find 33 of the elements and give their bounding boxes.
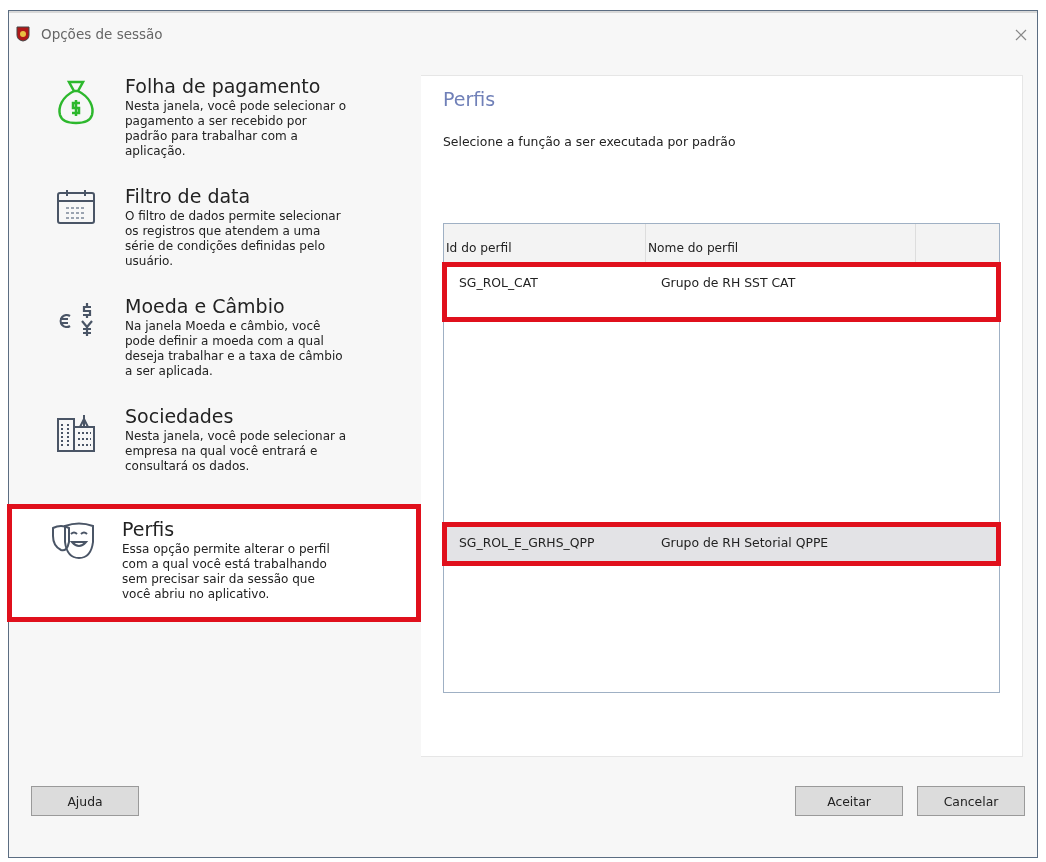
sidebar-item-description: Na janela Moeda e câmbio, você pode definir a moeda com a qual deseja trabalhar e a taxa de câmbio a ser aplicada. (125, 319, 344, 380)
calendar-icon (56, 189, 96, 226)
sidebar-item[interactable]: Sociedades Nesta janela, você pode selecionar a empresa na qual você entrará e consultará os dados. (7, 395, 421, 485)
app-logo-icon (15, 26, 31, 43)
sidebar-item-title: Sociedades (125, 405, 235, 428)
sidebar-item[interactable]: Folha de pagamento Nesta janela, você pode selecionar o pagamento a ser recebido por padrão para trabalhar com a aplicação. (7, 65, 421, 170)
dialog-button[interactable]: Cancelar (917, 786, 1025, 817)
column-header[interactable]: Nome do perfil (646, 224, 916, 263)
sidebar-item-title: Folha de pagamento (125, 75, 322, 98)
sidebar-item[interactable]: Moeda e Câmbio Na janela Moeda e câmbio, você pode definir a moeda com a qual deseja trabalhar e a taxa de câmbio a ser aplicada. (7, 285, 421, 390)
panel-title: Perfis (443, 88, 497, 111)
table-row[interactable]: SG_ROL_CAT Grupo de RH SST CAT (442, 262, 1001, 323)
sidebar-item[interactable]: Filtro de data O filtro de dados permite selecionar os registros que atendem a uma série de condições definidas pelo usuário. (7, 175, 421, 280)
sidebar-item-description: Essa opção permite alterar o perfil com a qual você está trabalhando sem precisar sair da sessão que você abriu no aplicativo. (122, 542, 331, 603)
sidebar-item-title: Moeda e Câmbio (125, 295, 286, 318)
window-title: Opções de sessão (41, 26, 164, 43)
table-cell-text: SG_ROL_CAT (459, 274, 539, 291)
sidebar-item-title: Perfis (122, 518, 176, 541)
table-cell-text: Grupo de RH SST CAT (661, 274, 797, 291)
sidebar-item[interactable]: Perfis Essa opção permite alterar o perfil com a qual você está trabalhando sem precisar sair da sessão que você abriu no aplicativo. (7, 504, 421, 623)
table-cell-text: Grupo de RH Setorial QPPE (661, 534, 830, 551)
close-icon[interactable] (1015, 28, 1027, 41)
sidebar-item-description: Nesta janela, você pode selecionar o pagamento a ser recebido por padrão para trabalhar com a aplicação. (125, 99, 348, 160)
dialog-button[interactable]: Aceitar (795, 786, 903, 817)
table-row[interactable]: SG_ROL_E_GRHS_QPP Grupo de RH Setorial QPPE (442, 522, 1001, 567)
panel-instruction: Selecione a função a ser executada por padrão (443, 134, 737, 150)
sidebar-item-description: Nesta janela, você pode selecionar a empresa na qual você entrará e consultará os dados. (125, 429, 348, 475)
sidebar-item-title: Filtro de data (125, 185, 252, 208)
money-bag-icon (56, 79, 96, 126)
column-header[interactable]: Id do perfil (444, 224, 646, 263)
dialog-button[interactable]: Ajuda (31, 786, 139, 817)
sidebar-item-description: O filtro de dados permite selecionar os registros que atendem a uma série de condições definidas pelo usuário. (125, 209, 342, 270)
table-cell-text: SG_ROL_E_GRHS_QPP (459, 534, 596, 551)
